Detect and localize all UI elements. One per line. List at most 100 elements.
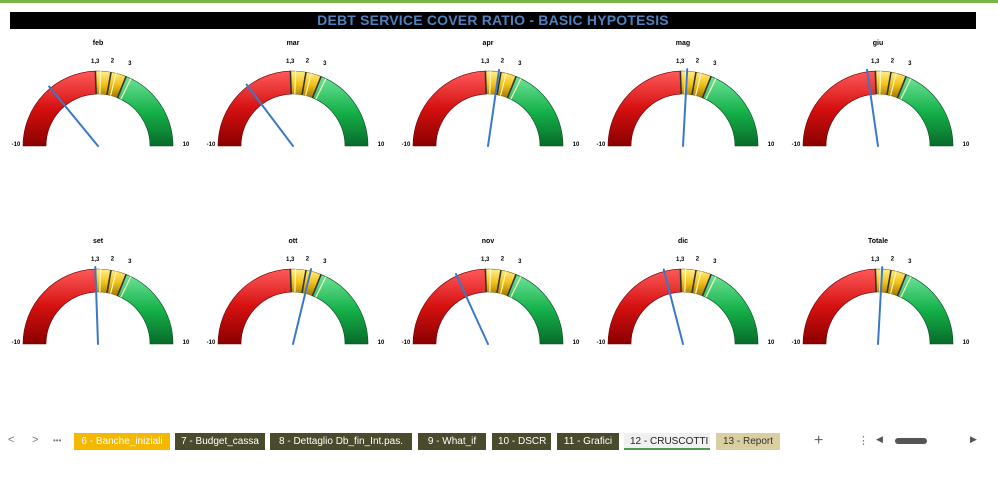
gauge-green-zone (117, 274, 174, 345)
gauge-threshold-label: 2 (891, 58, 895, 64)
gauge-red-zone (217, 268, 292, 345)
gauge-label: apr (483, 40, 494, 47)
gauge-label: Totale (868, 238, 888, 245)
gauge-threshold-label: 1,3 (91, 59, 100, 65)
gauge-label: mag (676, 40, 690, 47)
gauge-max-label: 10 (183, 340, 190, 346)
tab-banche-iniziali[interactable]: 6 - Banche_iniziali (74, 433, 170, 450)
scroll-left-icon[interactable]: ◀ (876, 434, 883, 445)
gauge-threshold-highlight (99, 269, 102, 293)
more-sheets-icon[interactable]: ••• (53, 436, 61, 445)
gauge-threshold-highlight (684, 269, 687, 293)
gauge-set: set 1,3 2 3 -10 10 (12, 238, 190, 346)
splitter-handle-icon[interactable]: ⋮ (858, 434, 869, 447)
gauge-red-zone (607, 70, 682, 147)
gauge-max-label: 10 (378, 340, 385, 346)
gauge-max-label: 10 (768, 340, 775, 346)
gauge-max-label: 10 (378, 142, 385, 148)
gauges-canvas: feb1,3 2 3-10 10mar1,3 2 3-10 10apr1,3 2 3-10 10m… (12, 40, 970, 346)
gauge-max-label: 10 (768, 142, 775, 148)
gauge-green-zone (312, 76, 369, 147)
gauge-threshold-label: 1,3 (91, 257, 100, 263)
gauge-threshold-label: 2 (501, 58, 505, 64)
tab-cruscotti[interactable]: 12 - CRUSCOTTI (624, 433, 710, 450)
sheet-tab-bar: < > ••• 6 - Banche_iniziali 7 - Budget_c… (0, 431, 998, 453)
gauge-threshold-label: 1,3 (481, 59, 490, 65)
gauge-threshold-tick (484, 269, 487, 293)
tab-report[interactable]: 13 - Report (716, 433, 780, 450)
gauge-min-label: -10 (402, 142, 411, 148)
tab-what-if[interactable]: 9 - What_if (418, 433, 486, 450)
gauge-threshold-label: 3 (128, 259, 132, 265)
gauge-threshold-label: 2 (501, 256, 505, 262)
gauge-red-zone (802, 70, 877, 147)
gauge-max-label: 10 (573, 142, 580, 148)
gauge-threshold-tick (484, 71, 487, 95)
gauge-green-zone (117, 76, 174, 147)
gauge-green-zone (897, 76, 954, 147)
gauge-apr: apr 1,3 2 3 -10 10 (402, 40, 580, 148)
gauge-threshold-label: 1,3 (871, 59, 880, 65)
gauge-threshold-label: 1,3 (286, 257, 295, 263)
gauge-max-label: 10 (963, 340, 970, 346)
gauge-green-zone (897, 274, 954, 345)
gauge-max-label: 10 (963, 142, 970, 148)
horizontal-scrollbar-thumb[interactable] (895, 438, 927, 444)
gauge-threshold-label: 1,3 (871, 257, 880, 263)
gauge-threshold-label: 2 (891, 256, 895, 262)
tab-dscr[interactable]: 10 - DSCR (492, 433, 551, 450)
gauge-threshold-label: 2 (111, 58, 115, 64)
gauge-min-label: -10 (402, 340, 411, 346)
gauge-threshold-tick (679, 71, 682, 95)
tab-budget-cassa[interactable]: 7 - Budget_cassa (175, 433, 265, 450)
gauge-threshold-label: 3 (908, 259, 912, 265)
gauge-min-label: -10 (207, 340, 216, 346)
scroll-right-icon[interactable]: ▶ (970, 434, 977, 445)
gauge-max-label: 10 (183, 142, 190, 148)
next-sheet-arrow[interactable]: > (32, 434, 38, 446)
gauge-threshold-label: 3 (713, 61, 717, 67)
gauge-red-zone (802, 268, 877, 345)
gauge-label: giu (873, 40, 884, 47)
gauge-mar: mar 1,3 2 3 -10 10 (207, 40, 385, 148)
gauge-red-zone (607, 268, 682, 345)
gauge-threshold-highlight (99, 71, 102, 95)
gauge-dic: dic 1,3 2 3 -10 10 (597, 238, 775, 346)
gauge-threshold-label: 2 (111, 256, 115, 262)
gauge-min-label: -10 (792, 340, 801, 346)
gauge-threshold-tick (94, 71, 97, 95)
gauge-label: feb (93, 40, 104, 47)
gauge-threshold-label: 3 (908, 61, 912, 67)
tab-grafici[interactable]: 11 - Grafici (557, 433, 619, 450)
gauge-ott: ott 1,3 2 3 -10 10 (207, 238, 385, 346)
gauge-red-zone (22, 70, 97, 147)
gauge-mag: mag 1,3 2 3 -10 10 (597, 40, 775, 148)
gauge-green-zone (312, 274, 369, 345)
prev-sheet-arrow[interactable]: < (8, 434, 14, 446)
gauge-giu: giu 1,3 2 3 -10 10 (792, 40, 970, 148)
gauge-green-zone (507, 274, 564, 345)
gauge-label: nov (482, 238, 495, 245)
gauge-label: set (93, 238, 104, 245)
gauge-threshold-tick (874, 269, 877, 293)
gauge-max-label: 10 (573, 340, 580, 346)
gauge-threshold-label: 1,3 (481, 257, 490, 263)
add-sheet-button[interactable]: + (814, 432, 823, 450)
gauge-threshold-label: 3 (323, 259, 327, 265)
gauge-feb: feb 1,3 2 3 -10 10 (12, 40, 190, 148)
gauge-threshold-label: 1,3 (286, 59, 295, 65)
gauge-threshold-label: 3 (518, 61, 522, 67)
tab-dettaglio-db-fin[interactable]: 8 - Dettaglio Db_fin_Int.pas. (270, 433, 412, 450)
gauge-threshold-highlight (489, 71, 492, 95)
gauge-label: dic (678, 238, 688, 245)
gauge-threshold-label: 2 (306, 58, 310, 64)
gauge-red-zone (412, 70, 487, 147)
gauge-green-zone (702, 274, 759, 345)
gauge-threshold-tick (289, 269, 292, 293)
gauge-red-zone (217, 70, 292, 147)
gauge-min-label: -10 (12, 340, 21, 346)
gauge-threshold-label: 2 (696, 58, 700, 64)
gauge-min-label: -10 (597, 142, 606, 148)
gauge-threshold-label: 1,3 (676, 257, 685, 263)
gauge-label: ott (289, 238, 299, 245)
